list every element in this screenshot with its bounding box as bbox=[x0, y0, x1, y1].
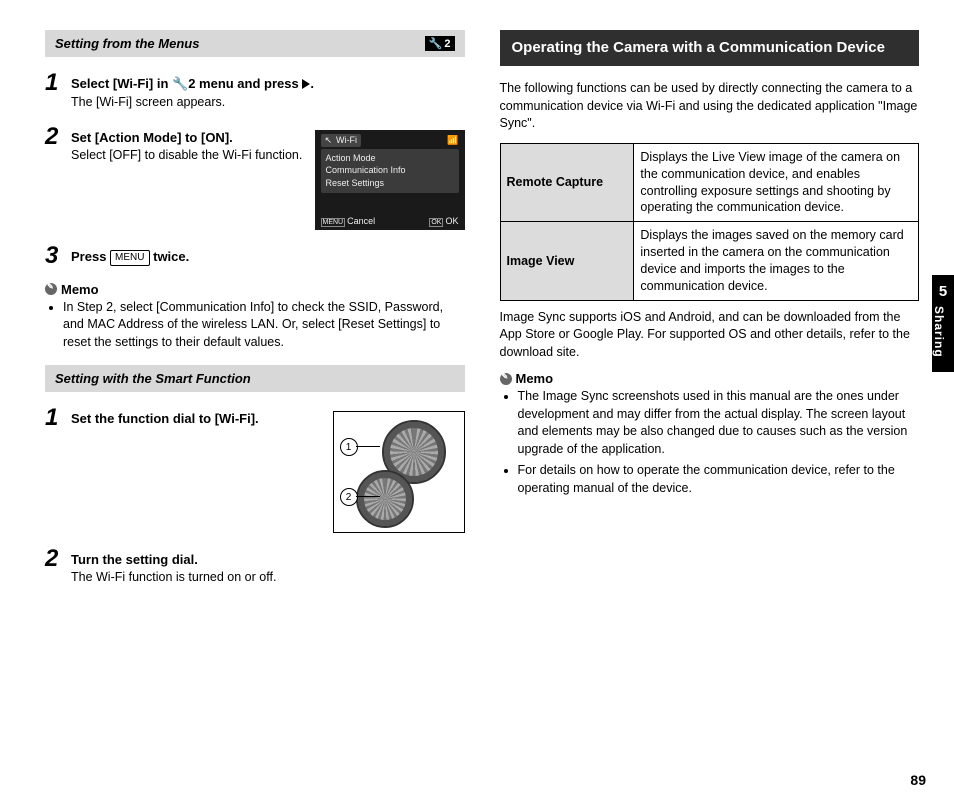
section-header-menus: Setting from the Menus 🔧 2 bbox=[45, 30, 465, 57]
chapter-number: 5 bbox=[932, 283, 954, 300]
memo-icon bbox=[45, 283, 57, 295]
wrench-icon: 🔧 bbox=[172, 76, 188, 92]
step-sub: The [Wi-Fi] screen appears. bbox=[71, 94, 465, 111]
chapter-tab: 5 Sharing bbox=[932, 275, 954, 372]
table-row: Image View Displays the images saved on … bbox=[500, 222, 919, 301]
step-number: 1 bbox=[45, 71, 63, 111]
memo-item: In Step 2, select [Communication Info] t… bbox=[63, 299, 465, 352]
step-number: 1 bbox=[45, 406, 63, 533]
section-header-smart: Setting with the Smart Function bbox=[45, 365, 465, 392]
lcd-item: Reset Settings bbox=[326, 177, 454, 190]
step-sub: Select [OFF] to disable the Wi-Fi functi… bbox=[71, 147, 303, 164]
page-number: 89 bbox=[910, 772, 926, 788]
features-table: Remote Capture Displays the Live View im… bbox=[500, 143, 920, 301]
chapter-name: Sharing bbox=[932, 306, 946, 358]
right-column: Operating the Camera with a Communicatio… bbox=[500, 30, 920, 780]
step-2: 2 Set [Action Mode] to [ON]. Select [OFF… bbox=[45, 125, 465, 230]
wrench-icon: ↖ bbox=[325, 135, 333, 146]
intro-paragraph: The following functions can be used by d… bbox=[500, 80, 920, 133]
memo-list: The Image Sync screenshots used in this … bbox=[500, 388, 920, 497]
manual-page: 5 Sharing 89 Setting from the Menus 🔧 2 … bbox=[0, 0, 954, 810]
lcd-item: Action Mode bbox=[326, 152, 454, 165]
smart-step-1: 1 Set the function dial to [Wi-Fi]. 1 2 bbox=[45, 406, 465, 533]
menu-badge: 🔧 2 bbox=[425, 36, 455, 51]
step-title: Press MENU twice. bbox=[71, 249, 465, 266]
step-title: Turn the setting dial. bbox=[71, 552, 465, 567]
feature-name: Image View bbox=[500, 222, 634, 301]
badge-label: 2 bbox=[444, 38, 450, 50]
smart-step-2: 2 Turn the setting dial. The Wi-Fi funct… bbox=[45, 547, 465, 586]
dial-illustration: 1 2 bbox=[333, 411, 465, 533]
lcd-cancel: MENUCancel bbox=[321, 216, 376, 226]
wifi-icon: 📶 bbox=[447, 135, 458, 146]
lcd-screenshot: ↖ Wi-Fi 📶 Action Mode Communication Info… bbox=[315, 130, 465, 230]
section-title: Setting with the Smart Function bbox=[55, 371, 251, 386]
step-3: 3 Press MENU twice. bbox=[45, 244, 465, 268]
step-title: Set the function dial to [Wi-Fi]. bbox=[71, 411, 321, 426]
memo-heading: Memo bbox=[45, 282, 465, 297]
step-number: 2 bbox=[45, 125, 63, 230]
step-number: 2 bbox=[45, 547, 63, 586]
step-title: Set [Action Mode] to [ON]. bbox=[71, 130, 303, 145]
left-column: Setting from the Menus 🔧 2 1 Select [Wi-… bbox=[45, 30, 465, 780]
memo-list: In Step 2, select [Communication Info] t… bbox=[45, 299, 465, 352]
feature-desc: Displays the Live View image of the came… bbox=[634, 143, 919, 222]
feature-name: Remote Capture bbox=[500, 143, 634, 222]
lcd-item: Communication Info bbox=[326, 164, 454, 177]
section-header-operating: Operating the Camera with a Communicatio… bbox=[500, 30, 920, 66]
after-table-paragraph: Image Sync supports iOS and Android, and… bbox=[500, 309, 920, 362]
lcd-title: ↖ Wi-Fi bbox=[321, 134, 362, 147]
table-row: Remote Capture Displays the Live View im… bbox=[500, 143, 919, 222]
step-1: 1 Select [Wi-Fi] in 🔧2 menu and press . … bbox=[45, 71, 465, 111]
memo-heading: Memo bbox=[500, 371, 920, 386]
setting-dial-icon bbox=[356, 470, 414, 528]
step-title: Select [Wi-Fi] in 🔧2 menu and press . bbox=[71, 76, 465, 92]
menu-button-icon: MENU bbox=[110, 250, 149, 266]
lcd-menu: Action Mode Communication Info Reset Set… bbox=[321, 149, 459, 193]
feature-desc: Displays the images saved on the memory … bbox=[634, 222, 919, 301]
step-number: 3 bbox=[45, 244, 63, 268]
section-title: Setting from the Menus bbox=[55, 36, 199, 51]
memo-icon bbox=[500, 373, 512, 385]
callout-1: 1 bbox=[340, 438, 358, 456]
callout-2: 2 bbox=[340, 488, 358, 506]
step-sub: The Wi-Fi function is turned on or off. bbox=[71, 569, 465, 586]
wrench-icon: 🔧 bbox=[429, 37, 443, 50]
memo-item: For details on how to operate the commun… bbox=[518, 462, 920, 497]
memo-item: The Image Sync screenshots used in this … bbox=[518, 388, 920, 458]
lcd-ok: OKOK bbox=[429, 216, 458, 226]
